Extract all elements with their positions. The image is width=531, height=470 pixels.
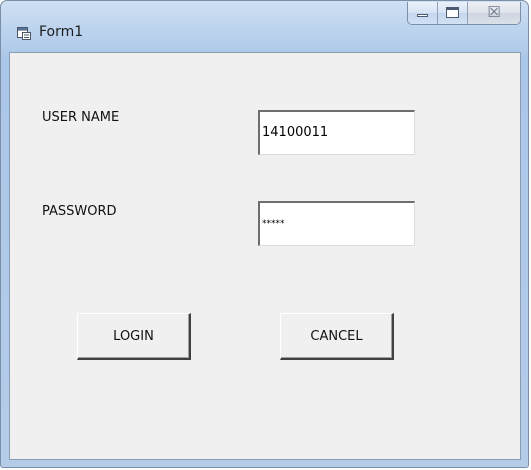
minimize-button[interactable] [408,2,438,24]
form1-window: Form1 ☒ USER NAME PASSWORD LOGIN CANCEL [0,0,529,468]
title-bar[interactable]: Form1 ☒ [1,1,528,45]
username-label: USER NAME [42,110,120,125]
close-icon: ☒ [487,3,501,21]
form-app-icon[interactable] [16,25,32,41]
login-button[interactable]: LOGIN [77,313,191,360]
window-title: Form1 [39,24,84,40]
caption-buttons: ☒ [407,2,521,25]
cancel-button[interactable]: CANCEL [280,313,394,360]
maximize-icon [446,7,459,18]
minimize-icon [417,14,428,17]
maximize-button[interactable] [438,2,468,24]
password-label: PASSWORD [42,204,117,219]
close-button[interactable]: ☒ [468,2,520,24]
password-field[interactable] [258,201,415,246]
username-field[interactable] [258,110,415,155]
form-client-area: USER NAME PASSWORD LOGIN CANCEL [9,52,521,460]
